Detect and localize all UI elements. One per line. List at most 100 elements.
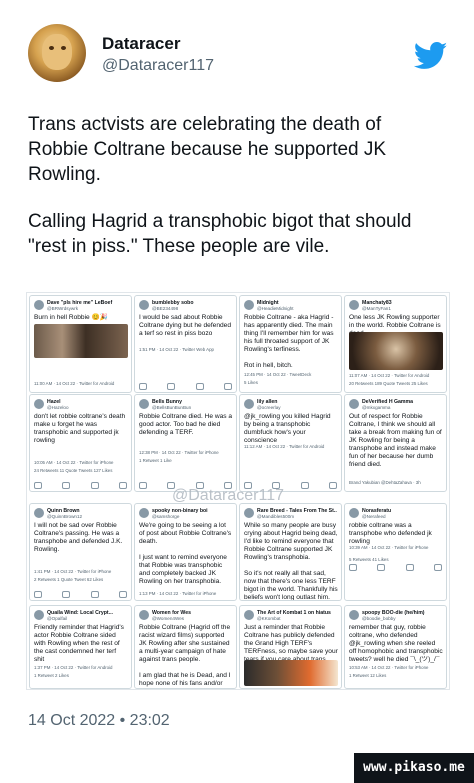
card-meta: 10:05 AM · 14 Oct 22 · Twitter for iPhon…	[34, 460, 114, 465]
collage-tweet-card: Hazel @Hazeloo don't let robbie coltrane…	[29, 394, 132, 492]
card-text: Robbie Coltrane died. He was a good acto…	[139, 413, 233, 436]
card-actions	[34, 482, 127, 489]
collage-tweet-card: Dave "pls hire me" LeBoef @BRWrdsywrk Bu…	[29, 295, 132, 393]
card-meta: 10:53 AM · 14 Oct 22 · Twitter for iPhon…	[349, 665, 429, 670]
card-text: Burn in hell Robbie 😊🎉	[34, 314, 108, 321]
card-avatar	[34, 508, 44, 518]
card-meta: 1:37 PM · 14 Oct 22 · Twitter for Androi…	[34, 665, 113, 670]
card-text: robbie coltrane was a transphobe who def…	[349, 522, 432, 545]
card-text: @jk_rowling you killed Hagrid by being a…	[244, 413, 331, 444]
card-handle: @BRWrdsywrk	[47, 306, 79, 311]
card-handle: @BE234498	[152, 306, 179, 311]
card-text: remember that guy, robbie coltrane, who …	[349, 624, 443, 663]
collage-tweet-card: Norasferatu @Nerafeed robbie coltrane wa…	[344, 503, 447, 601]
card-avatar	[244, 399, 254, 409]
card-meta: 1:51 PM · 14 Oct 22 · Twitter Web App	[139, 347, 214, 352]
avatar-eye-left	[49, 46, 54, 50]
card-meta: Brand Yakubian @DehtaZahava · 3h	[349, 480, 421, 485]
card-meta: 11:07 AM · 14 Oct 22 · Twitter for Andro…	[349, 373, 430, 378]
card-handle: @Women4Wes	[152, 616, 185, 621]
card-handle: @Nerafeed	[362, 514, 386, 519]
avatar-eye-right	[61, 46, 66, 50]
card-avatar	[139, 610, 149, 620]
card-meta: 10:39 AM · 14 Oct 22 · Twitter for iPhon…	[349, 545, 429, 550]
card-avatar	[349, 300, 359, 310]
card-handle: @HeadieMidnight	[257, 306, 294, 311]
card-handle: @KKombat	[257, 616, 281, 621]
card-avatar	[139, 508, 149, 518]
card-handle: @samshorge	[152, 514, 180, 519]
card-stats: 5 Likes	[244, 380, 258, 385]
collage-tweet-card: spoopy BOO-die (he/him) @boodie_bobby re…	[344, 605, 447, 689]
card-text: Robbie Coltrane (Hagrid off the racist w…	[139, 624, 231, 687]
card-image	[244, 660, 338, 686]
twitter-bird-icon	[414, 42, 448, 69]
card-handle: @Hazeloo	[47, 405, 69, 410]
card-text: Out of respect for Robbie Coltrane, I th…	[349, 413, 442, 468]
card-handle: @QuinnBrown12	[47, 514, 83, 519]
card-meta: 1:13 PM · 14 Oct 22 · Twitter for iPhone	[139, 591, 217, 596]
collage-tweet-card: lily allen @ocreerlay @jk_rowling you ki…	[239, 394, 342, 492]
card-stats: 20 Retweets 189 Quote Tweets 25 Likes	[349, 381, 428, 386]
card-avatar	[139, 300, 149, 310]
card-image	[34, 324, 128, 358]
card-image	[349, 332, 443, 370]
author-avatar[interactable]	[28, 24, 86, 82]
card-avatar	[349, 610, 359, 620]
card-meta: 11:00 AM · 14 Oct 22 · Twitter for Andro…	[34, 381, 115, 386]
card-meta: 12:38 PM · 14 Oct 22 · Twitter for iPhon…	[139, 450, 219, 455]
card-avatar	[244, 300, 254, 310]
collage-tweet-card: Women for Wes @Women4Wes Robbie Coltrane…	[134, 605, 237, 689]
card-avatar	[244, 508, 254, 518]
tweet-header: Dataracer @Dataracer117	[28, 24, 448, 84]
card-handle: @Mandibles500m	[257, 514, 295, 519]
pikaso-watermark: www.pikaso.me	[354, 753, 474, 783]
card-text: I would be sad about Robbie Coltrane dyi…	[139, 314, 232, 337]
card-handle: @Opalfail	[47, 616, 68, 621]
card-text: don't let robbie coltrane's death make u…	[34, 413, 126, 444]
tweet-paragraph-2: Calling Hagrid a transphobic bigot that …	[28, 211, 412, 257]
collage-tweet-card: spooky non-binary boi @samshorge We're g…	[134, 503, 237, 601]
tweet-paragraph-1: Trans actvists are celebrating the death…	[28, 114, 387, 185]
card-text: Friendly reminder that Hagrid's actor Ro…	[34, 624, 124, 663]
card-text: Robbie Coltrane - aka Hagrid - has appar…	[244, 314, 334, 369]
screenshot-collage[interactable]: Dave "pls hire me" LeBoef @BRWrdsywrk Bu…	[26, 292, 450, 690]
card-avatar	[139, 399, 149, 409]
card-handle: @mkxgamma	[362, 405, 391, 410]
card-meta: 1:41 PM · 14 Oct 22 · Twitter for iPhone	[34, 569, 112, 574]
card-stats: 2 Retweets 1 Quote Tweet 62 Likes	[34, 577, 104, 582]
avatar-face	[42, 34, 72, 70]
card-actions	[34, 591, 127, 598]
card-avatar	[244, 610, 254, 620]
card-actions	[139, 383, 232, 390]
card-stats: 24 Retweets 11 Quote Tweets 127 Likes	[34, 468, 113, 473]
author-name[interactable]: Dataracer	[102, 34, 180, 54]
card-text: I will not be sad over Robbie Coltrane's…	[34, 522, 123, 553]
card-stats: 1 Retweet 12 Likes	[349, 673, 387, 678]
card-meta: 11:12 AM · 14 Oct 22 · Twitter for Andro…	[244, 444, 325, 449]
collage-tweet-card: Quaila Wind: Local Crypt... @Opalfail Fr…	[29, 605, 132, 689]
card-meta: 12:45 PM · 14 Oct 22 · TweetDeck	[244, 372, 312, 377]
tweet-body: Trans actvists are celebrating the death…	[28, 112, 446, 281]
card-text: While so many people are busy crying abo…	[244, 522, 338, 601]
card-handle: @ocreerlay	[257, 405, 281, 410]
card-stats: 1 Retweet 2 Likes	[34, 673, 69, 678]
collage-tweet-card: DeVerified H Gamma @mkxgamma Out of resp…	[344, 394, 447, 492]
card-stats: 5 Retweets 41 Likes	[349, 557, 389, 562]
card-handle: @BellsBunBunBun	[152, 405, 192, 410]
collage-tweet-card: The Art of Kombat 1 on hiatus @KKombat J…	[239, 605, 342, 689]
collage-tweet-card: Midnight @HeadieMidnight Robbie Coltrane…	[239, 295, 342, 393]
card-actions	[349, 564, 442, 571]
card-text: We're going to be seeing a lot of post a…	[139, 522, 232, 585]
collage-tweet-card: bumblebby sobo @BE234498 I would be sad …	[134, 295, 237, 393]
card-handle: @ManTyFan1	[362, 306, 391, 311]
collage-tweet-card: Quinn Brown @QuinnBrown12 I will not be …	[29, 503, 132, 601]
tweet-timestamp[interactable]: 14 Oct 2022 • 23:02	[28, 712, 170, 730]
collage-tweet-card: Rare Breed - Tales From The St... @Mandi…	[239, 503, 342, 601]
card-avatar	[349, 399, 359, 409]
collage-tweet-card: Bells Bunny @BellsBunBunBun Robbie Coltr…	[134, 394, 237, 492]
author-handle[interactable]: @Dataracer117	[102, 57, 214, 75]
card-avatar	[34, 399, 44, 409]
card-avatar	[349, 508, 359, 518]
card-avatar	[34, 300, 44, 310]
